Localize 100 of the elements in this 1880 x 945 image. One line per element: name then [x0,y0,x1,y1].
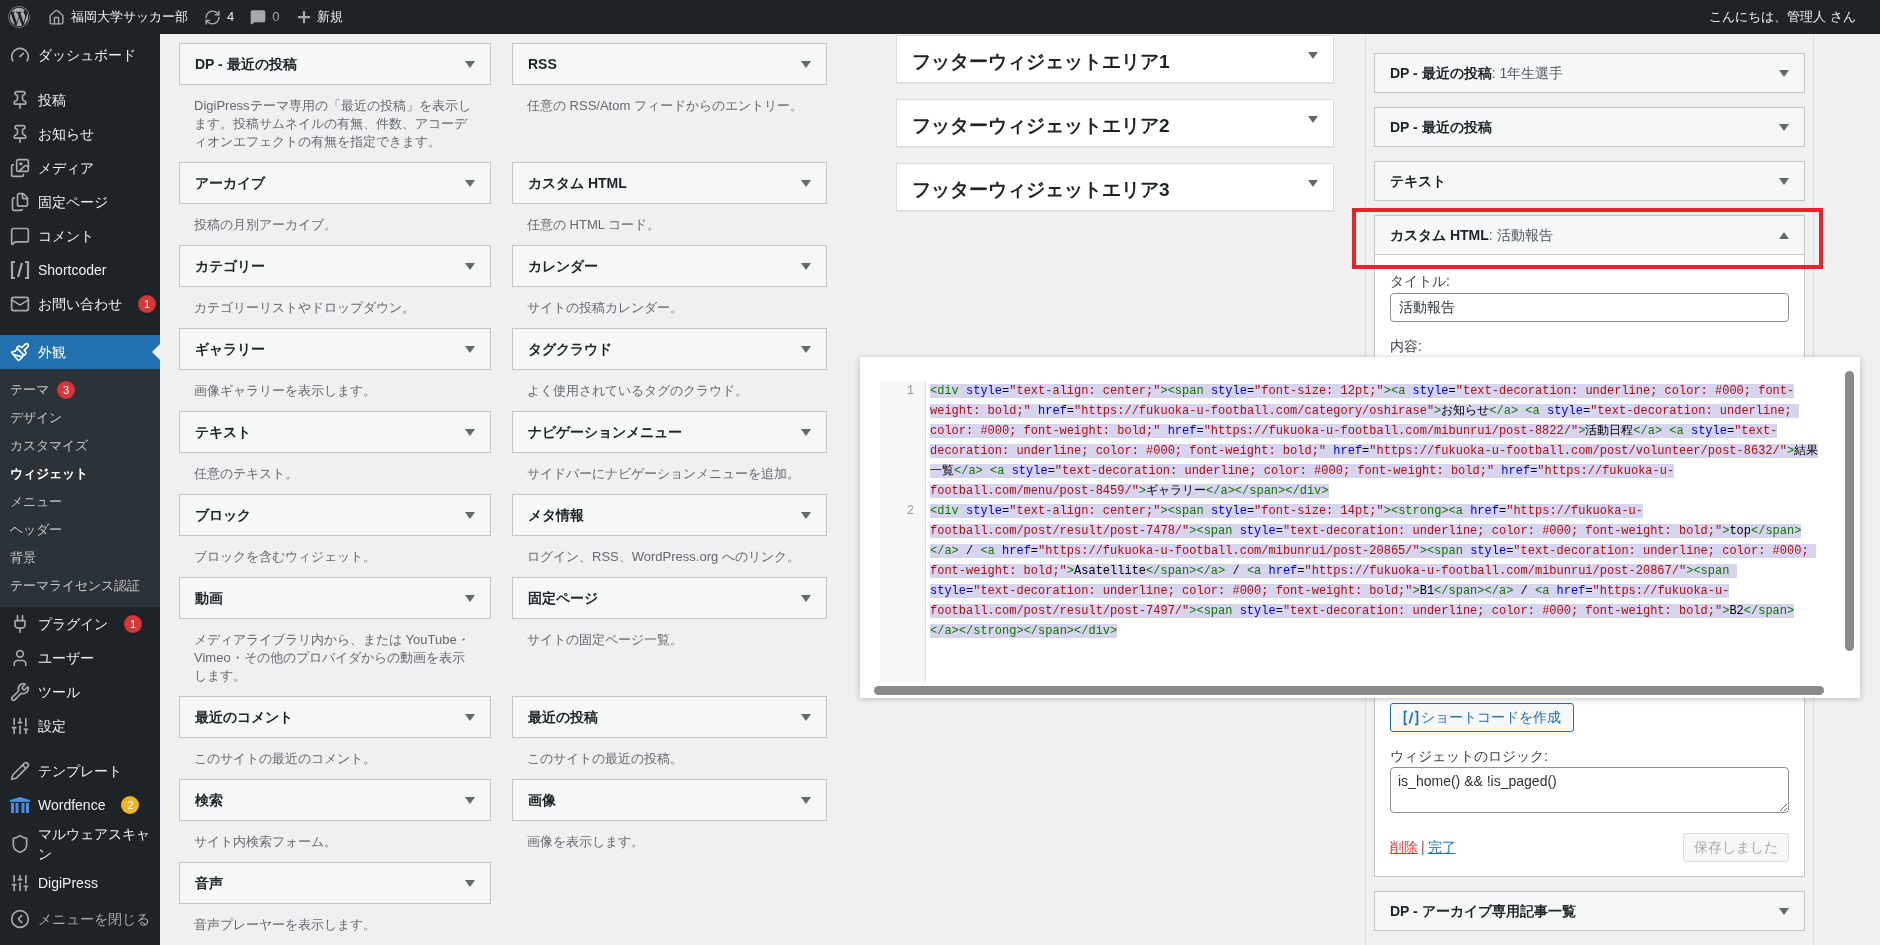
pages-icon [10,192,30,212]
menu-item[interactable]: マルウェアスキャン [0,822,160,866]
caret-icon[interactable] [465,60,475,68]
menu-item[interactable]: Wordfence 2 [0,788,160,822]
submenu-item[interactable]: カスタマイズ [0,432,160,460]
widget-header[interactable]: テキスト [179,411,491,453]
caret-icon[interactable] [465,713,475,721]
caret-icon[interactable] [801,345,811,353]
menu-item[interactable]: ユーザー [0,641,160,675]
widget-header[interactable]: テキスト [1374,161,1805,201]
submenu-item[interactable]: テーマライセンス認証 [0,572,160,600]
widget-header[interactable]: ギャラリー [179,328,491,370]
code-editor[interactable] [860,357,1860,698]
menu-item[interactable]: 設定 [0,709,160,743]
caret-icon[interactable] [1308,116,1318,123]
widget-title: テキスト [1390,171,1446,191]
menu-item[interactable]: お知らせ [0,117,160,151]
widget-area-header[interactable]: フッターウィジェットエリア3 [896,163,1334,211]
menu-item[interactable]: 外観 [0,335,160,369]
menu-item[interactable]: ダッシュボード [0,38,160,72]
separator-text: | [1421,838,1425,857]
caret-icon[interactable] [801,262,811,270]
menu-item[interactable]: DigiPress [0,866,160,900]
updates-link[interactable]: 4 [204,7,235,27]
widget-header[interactable]: DP - 最近の投稿 [179,43,491,85]
caret-icon[interactable] [801,428,811,436]
widget-header[interactable]: 固定ページ [512,577,827,619]
widget-header[interactable]: 検索 [179,779,491,821]
submenu-item[interactable]: 背景 [0,544,160,572]
vertical-scrollbar[interactable] [1845,371,1854,651]
submenu-item[interactable]: デザイン [0,404,160,432]
caret-icon[interactable] [1779,123,1789,131]
widget-header[interactable]: アーカイブ [179,162,491,204]
delete-link[interactable]: 削除 [1390,837,1418,858]
submenu-item[interactable]: ヘッダー [0,516,160,544]
paintbrush-icon [10,342,30,362]
submenu-item[interactable]: メニュー [0,488,160,516]
logo-icon[interactable] [8,6,30,28]
widget-header[interactable]: 画像 [512,779,827,821]
widget-header[interactable]: 最近の投稿 [512,696,827,738]
caret-icon[interactable] [801,179,811,187]
field-label: 内容: [1390,337,1423,356]
comments-link[interactable]: 0 [250,7,280,27]
widget-header[interactable]: 最近のコメント [179,696,491,738]
caret-icon[interactable] [465,879,475,887]
widget-header[interactable]: 動画 [179,577,491,619]
title-input[interactable]: 活動報告 [1390,293,1789,322]
widget-header[interactable]: タグクラウド [512,328,827,370]
caret-icon[interactable] [1779,907,1789,915]
logic-textarea[interactable]: is_home() && !is_paged() [1390,767,1789,813]
menu-item[interactable]: お問い合わせ 1 [0,287,160,321]
greeting-link[interactable]: こんにちは、管理人 さん [1709,7,1856,27]
widget-header[interactable]: 音声 [179,862,491,904]
caret-icon[interactable] [465,511,475,519]
widget-header[interactable]: ナビゲーションメニュー [512,411,827,453]
caret-icon[interactable] [465,796,475,804]
caret-icon[interactable] [465,262,475,270]
caret-icon[interactable] [1779,69,1789,77]
caret-icon[interactable] [1308,52,1318,59]
widget-header[interactable]: カレンダー [512,245,827,287]
site-name-link[interactable]: 福岡大学サッカー部 [48,7,188,27]
widget-header[interactable]: DP - 最近の投稿: 1年生選手 [1374,53,1805,93]
menu-item[interactable]: テンプレート [0,754,160,788]
widget-description: 投稿の月別アーカイブ。 [193,216,338,234]
caret-icon[interactable] [465,594,475,602]
submenu-item[interactable]: テーマ 3 [0,376,160,404]
widget-header[interactable]: DP - 最近の投稿 [1374,107,1805,147]
caret-icon[interactable] [465,179,475,187]
caret-icon[interactable] [1308,180,1318,187]
widget-header[interactable]: DP - アーカイブ専用記事一覧 [1374,891,1805,931]
widget-header[interactable]: ブロック [179,494,491,536]
menu-item[interactable]: 投稿 [0,83,160,117]
widget-header[interactable]: カスタム HTML [512,162,827,204]
widget-header[interactable]: カテゴリー [179,245,491,287]
menu-item[interactable]: コメント [0,219,160,253]
caret-icon[interactable] [801,796,811,804]
widget-area-header[interactable]: フッターウィジェットエリア1 [896,35,1334,83]
shortcode-button[interactable]: ショートコードを作成 [1390,703,1574,732]
caret-icon[interactable] [801,60,811,68]
new-link[interactable]: 新規 [295,7,344,27]
widget-header[interactable]: RSS [512,43,827,85]
caret-icon[interactable] [801,594,811,602]
menu-item[interactable]: Shortcoder [0,253,160,287]
menu-item[interactable]: ツール [0,675,160,709]
menu-item[interactable]: 固定ページ [0,185,160,219]
widget-header[interactable]: カスタム HTML: 活動報告 [1374,215,1805,255]
widget-header[interactable]: メタ情報 [512,494,827,536]
collapse-menu-button[interactable]: メニューを閉じる [0,902,160,936]
caret-icon[interactable] [801,713,811,721]
submenu-item[interactable]: ウィジェット [0,460,160,488]
widget-area-header[interactable]: フッターウィジェットエリア2 [896,99,1334,147]
caret-icon[interactable] [465,428,475,436]
caret-icon[interactable] [1779,177,1789,185]
widget-description: サイト内検索フォーム。 [193,833,338,851]
caret-icon[interactable] [801,511,811,519]
menu-item[interactable]: メディア [0,151,160,185]
menu-item[interactable]: プラグイン 1 [0,607,160,641]
caret-icon[interactable] [465,345,475,353]
done-link[interactable]: 完了 [1427,837,1456,858]
caret-icon[interactable] [1779,231,1789,239]
